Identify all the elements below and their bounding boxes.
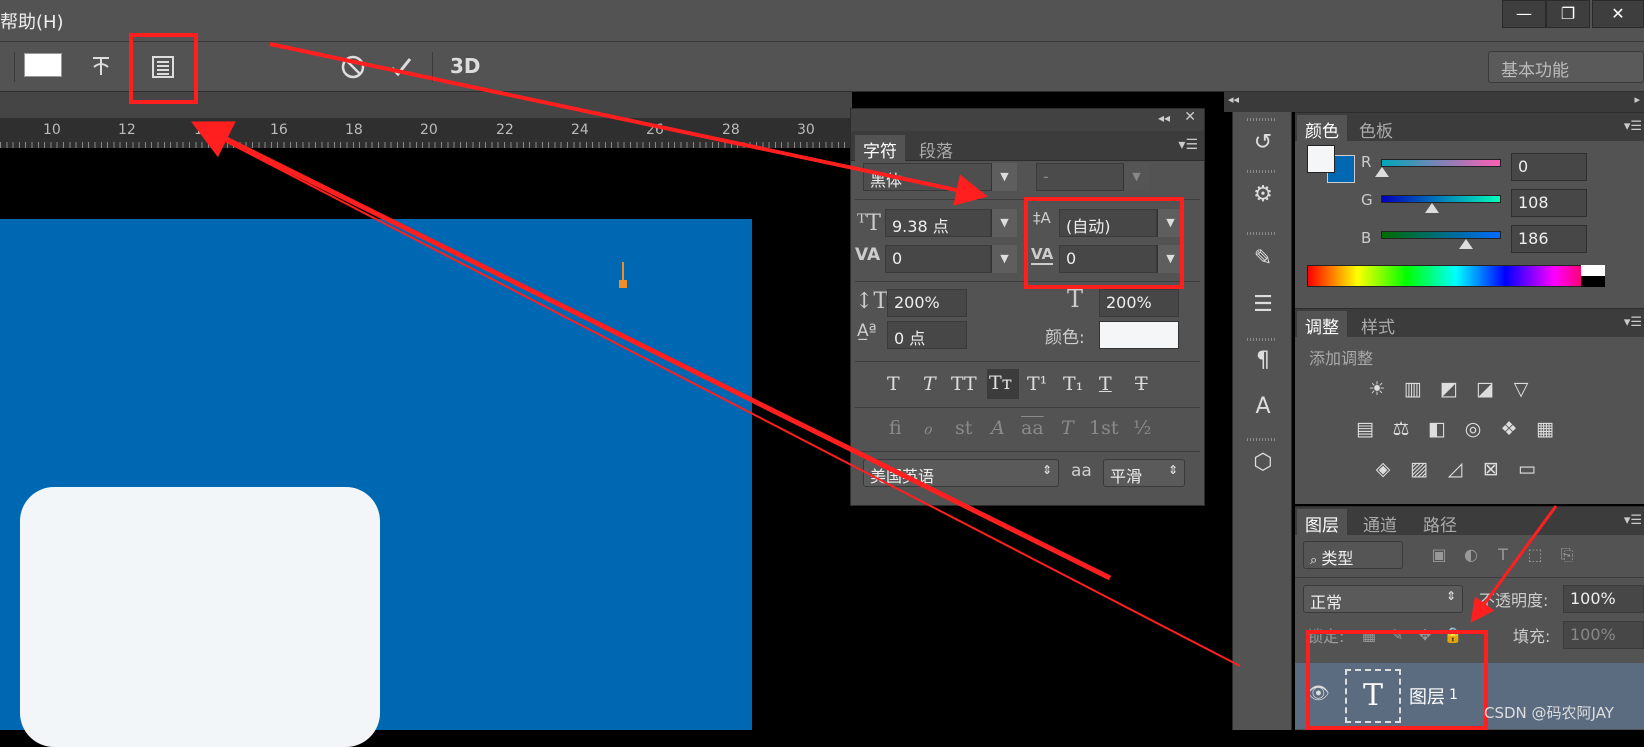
watermark: CSDN @码农阿JAY	[1484, 704, 1614, 722]
arrow-to-leading	[269, 42, 988, 206]
arrow-to-layer	[1470, 505, 1558, 623]
thin-arrow-line	[195, 125, 1241, 667]
annotation-arrows	[191, 42, 1558, 667]
